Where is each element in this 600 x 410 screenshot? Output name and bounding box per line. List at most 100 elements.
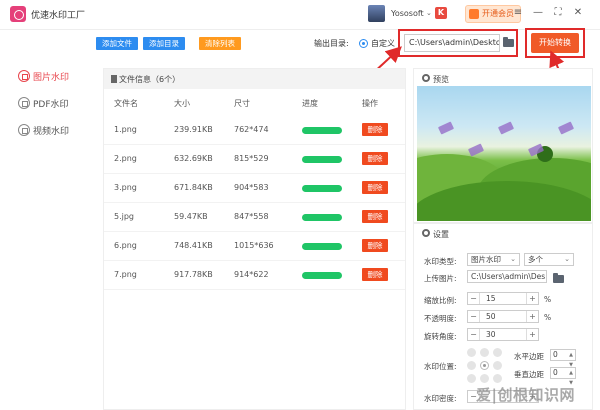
- minus-icon[interactable]: −: [468, 311, 480, 322]
- position-dot[interactable]: [480, 348, 489, 357]
- watermark-stamp: [467, 143, 485, 157]
- upload-path-input[interactable]: C:\Users\admin\Des: [467, 270, 547, 283]
- app-title: 优速水印工厂: [31, 11, 86, 21]
- cell-size: 632.69KB: [174, 154, 213, 163]
- opacity-stepper[interactable]: − 50 +: [467, 310, 539, 323]
- wm-type-label: 水印类型:: [424, 257, 457, 266]
- preview-image: [417, 86, 591, 221]
- progress-bar: [302, 185, 342, 192]
- delete-button[interactable]: 删除: [362, 123, 388, 136]
- watermark-stamp: [497, 121, 515, 135]
- chevron-down-icon[interactable]: ⌄: [426, 9, 432, 17]
- table-row: 2.png 632.69KB 815*529 删除: [104, 145, 405, 174]
- delete-button[interactable]: 删除: [362, 152, 388, 165]
- column-header-progress: 进度: [302, 99, 318, 108]
- add-directory-button[interactable]: 添加目录: [143, 37, 185, 50]
- sidebar-item-label: 视频水印: [33, 127, 70, 137]
- preview-panel: 预览: [413, 68, 593, 223]
- add-file-button[interactable]: 添加文件: [96, 37, 138, 50]
- gear-icon: [422, 74, 430, 82]
- message-icon[interactable]: K: [435, 7, 447, 19]
- percent-unit: %: [544, 295, 552, 304]
- cell-filename: 3.png: [114, 183, 137, 192]
- column-header-name: 文件名: [114, 99, 138, 108]
- annotation-box-start: [525, 28, 585, 58]
- minimize-icon[interactable]: —: [532, 7, 544, 18]
- sidebar-item-label: 图片水印: [33, 73, 70, 83]
- close-icon[interactable]: ✕: [572, 7, 584, 18]
- position-dot[interactable]: [493, 374, 502, 383]
- h-margin-value: 0: [553, 350, 558, 359]
- cell-filename: 2.png: [114, 154, 137, 163]
- opacity-value: 50: [486, 312, 496, 321]
- sidebar: 图片水印 PDF水印 视频水印: [0, 30, 90, 410]
- column-header-action: 操作: [362, 99, 378, 108]
- watermark-stamp: [557, 121, 575, 135]
- fullscreen-icon[interactable]: ⛶: [552, 7, 564, 18]
- cell-filename: 6.png: [114, 241, 137, 250]
- vip-icon: [469, 9, 479, 19]
- progress-bar: [302, 243, 342, 250]
- cell-filename: 1.png: [114, 125, 137, 134]
- cell-filename: 7.png: [114, 270, 137, 279]
- h-margin-input[interactable]: 0 ▲ ▼: [550, 349, 576, 368]
- progress-bar: [302, 127, 342, 134]
- position-dot[interactable]: [493, 348, 502, 357]
- rotate-stepper[interactable]: − 30 +: [467, 328, 539, 341]
- v-margin-label: 垂直边距: [514, 370, 544, 379]
- delete-button[interactable]: 删除: [362, 268, 388, 281]
- document-icon: [111, 75, 117, 83]
- cell-dims: 914*622: [234, 270, 269, 279]
- plus-icon[interactable]: +: [526, 311, 538, 322]
- upload-folder-icon[interactable]: [553, 273, 564, 283]
- cell-dims: 762*474: [234, 125, 269, 134]
- delete-button[interactable]: 删除: [362, 181, 388, 194]
- plus-icon[interactable]: +: [526, 293, 538, 304]
- wm-count-select[interactable]: 多个 ⌄: [524, 253, 574, 266]
- cell-size: 59.47KB: [174, 212, 208, 221]
- scale-stepper[interactable]: − 15 +: [467, 292, 539, 305]
- column-header-dims: 尺寸: [234, 99, 250, 108]
- column-header-size: 大小: [174, 99, 190, 108]
- scale-label: 缩放比例:: [424, 296, 457, 305]
- minus-icon[interactable]: −: [468, 329, 480, 340]
- plus-icon[interactable]: +: [526, 329, 538, 340]
- position-dot[interactable]: [467, 348, 476, 357]
- cell-dims: 815*529: [234, 154, 269, 163]
- cell-dims: 904*583: [234, 183, 269, 192]
- delete-button[interactable]: 删除: [362, 210, 388, 223]
- settings-panel: 设置 水印类型: 图片水印 ⌄ 多个 ⌄ 上传图片: C:\Users\admi…: [413, 223, 593, 410]
- user-name[interactable]: Yososoft: [391, 9, 424, 18]
- wm-type-select[interactable]: 图片水印 ⌄: [467, 253, 520, 266]
- preview-title: 预览: [433, 75, 449, 84]
- h-margin-label: 水平边距: [514, 352, 544, 361]
- table-row: 5.jpg 59.47KB 847*558 删除: [104, 203, 405, 232]
- menu-icon[interactable]: ≡: [512, 7, 524, 18]
- position-label: 水印位置:: [424, 362, 457, 371]
- file-panel-header: 文件信息（6个）: [104, 69, 405, 89]
- rotate-label: 旋转角度:: [424, 332, 457, 341]
- rotate-value: 30: [486, 330, 496, 339]
- table-row: 6.png 748.41KB 1015*636 删除: [104, 232, 405, 261]
- delete-button[interactable]: 删除: [362, 239, 388, 252]
- v-margin-input[interactable]: 0 ▲ ▼: [550, 367, 576, 386]
- position-dot[interactable]: [467, 374, 476, 383]
- gear-icon: [422, 229, 430, 237]
- table-row: 3.png 671.84KB 904*583 删除: [104, 174, 405, 203]
- output-dir-label: 输出目录:: [314, 39, 349, 48]
- clear-list-button[interactable]: 清除列表: [199, 37, 241, 50]
- preview-title-wrap: 预览: [422, 74, 449, 85]
- cell-filename: 5.jpg: [114, 212, 135, 221]
- pdf-watermark-icon: [18, 97, 30, 109]
- custom-dir-radio[interactable]: [359, 39, 368, 48]
- image-watermark-icon: [18, 70, 30, 82]
- progress-bar: [302, 214, 342, 221]
- position-dot[interactable]: [493, 361, 502, 370]
- position-dot[interactable]: [480, 374, 489, 383]
- position-dot[interactable]: [467, 361, 476, 370]
- watermark-stamp: [437, 121, 455, 135]
- minus-icon[interactable]: −: [468, 293, 480, 304]
- title-bar: 优速水印工厂 Yososoft ⌄ K 开通会员 ≡ — ⛶ ✕: [0, 0, 600, 30]
- user-avatar[interactable]: [368, 5, 385, 22]
- position-dot-selected[interactable]: [480, 361, 489, 370]
